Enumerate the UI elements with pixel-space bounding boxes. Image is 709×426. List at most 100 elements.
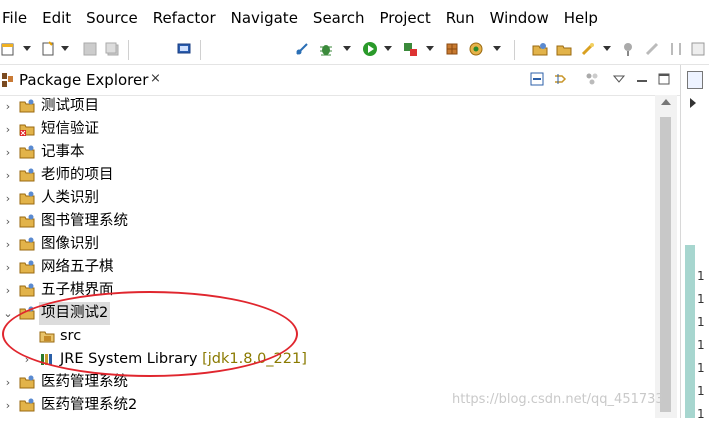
menu-search[interactable]: Search xyxy=(307,0,374,36)
new-java-package-icon[interactable] xyxy=(468,41,484,57)
package-explorer-view: Package Explorer ⨯ › 测试项目 › 短信验证 › 记事本 › xyxy=(0,65,681,418)
toolbar-separator xyxy=(514,40,515,60)
tree-item[interactable]: › 老师的项目 xyxy=(0,164,655,187)
chevron-right-icon[interactable]: › xyxy=(3,164,13,187)
package-explorer-icon xyxy=(2,73,13,87)
chevron-right-icon[interactable]: › xyxy=(22,348,32,371)
tree-item[interactable]: › 网络五子棋 xyxy=(0,256,655,279)
close-icon[interactable]: ⨯ xyxy=(150,71,161,86)
line-number: 1 xyxy=(697,315,705,329)
editor-area: 1 1 1 1 1 1 1 xyxy=(681,65,709,421)
watermark: https://blog.csdn.net/qq_451733 xyxy=(452,392,664,407)
new-package-dropdown-icon[interactable] xyxy=(493,46,501,51)
tree-child-item[interactable]: › JRE System Library [jdk1.8.0_221] xyxy=(0,348,655,371)
tree-item-label: 医药管理系统2 xyxy=(41,397,138,413)
coverage-icon[interactable] xyxy=(402,41,418,57)
run-dropdown-icon[interactable] xyxy=(384,46,392,51)
tree-item[interactable]: › 五子棋界面 xyxy=(0,279,655,302)
line-number: 1 xyxy=(697,407,705,421)
external-tools-icon[interactable] xyxy=(444,41,460,57)
menu-run[interactable]: Run xyxy=(440,0,484,36)
tree-item-label: 人类识别 xyxy=(41,190,99,206)
tree-item-label: 五子棋界面 xyxy=(41,282,114,298)
library-name: JRE System Library xyxy=(60,351,198,367)
save-all-icon[interactable] xyxy=(104,41,120,57)
menu-help[interactable]: Help xyxy=(558,0,607,36)
chevron-right-icon[interactable]: › xyxy=(3,256,13,279)
new-file-icon[interactable] xyxy=(40,41,56,57)
tree-child-item[interactable]: src xyxy=(0,325,655,348)
overview-ruler xyxy=(685,245,695,418)
tree-item[interactable]: › 短信验证 xyxy=(0,118,655,141)
skip-breakpoints-icon[interactable] xyxy=(294,41,310,57)
tree-item-label: src xyxy=(60,328,82,344)
run-icon[interactable] xyxy=(362,41,378,57)
chevron-right-icon[interactable]: › xyxy=(3,141,13,164)
view-title[interactable]: Package Explorer xyxy=(19,71,148,89)
tree-item[interactable]: › 测试项目 xyxy=(0,95,655,118)
project-folder-icon xyxy=(19,191,35,205)
tree-item-label: 医药管理系统 xyxy=(41,374,128,390)
menu-edit[interactable]: Edit xyxy=(36,0,80,36)
minimize-icon[interactable] xyxy=(635,72,649,86)
line-numbers: 1 1 1 1 1 1 1 xyxy=(697,265,705,426)
chevron-right-icon[interactable]: › xyxy=(3,394,13,417)
view-menu-icon[interactable] xyxy=(612,72,626,86)
project-folder-icon xyxy=(19,99,35,113)
coverage-dropdown-icon[interactable] xyxy=(426,46,434,51)
chevron-right-icon[interactable]: › xyxy=(3,118,13,141)
project-folder-icon xyxy=(19,237,35,251)
search-tool-icon[interactable] xyxy=(580,41,596,57)
link-with-editor-icon[interactable] xyxy=(553,72,567,86)
view-header: Package Explorer ⨯ xyxy=(0,65,680,96)
collapse-all-icon[interactable] xyxy=(530,72,544,86)
project-folder-open-icon xyxy=(19,306,35,320)
project-folder-icon xyxy=(19,145,35,159)
menu-project[interactable]: Project xyxy=(373,0,439,36)
chevron-right-icon[interactable]: › xyxy=(3,210,13,233)
menu-navigate[interactable]: Navigate xyxy=(225,0,307,36)
tree-item[interactable]: › 记事本 xyxy=(0,141,655,164)
chevron-right-icon[interactable] xyxy=(690,98,696,108)
open-task-icon[interactable] xyxy=(556,41,572,57)
chevron-right-icon[interactable]: › xyxy=(3,371,13,394)
chevron-right-icon[interactable]: › xyxy=(3,279,13,302)
chevron-right-icon[interactable]: › xyxy=(3,233,13,256)
debug-dropdown-icon[interactable] xyxy=(343,46,351,51)
new-dropdown-icon[interactable] xyxy=(23,46,31,51)
new-icon[interactable] xyxy=(0,41,16,57)
menu-source[interactable]: Source xyxy=(80,0,147,36)
toggle-mark-icon[interactable] xyxy=(668,41,684,57)
console-icon[interactable] xyxy=(176,41,192,57)
pin-editor-icon[interactable] xyxy=(620,41,636,57)
chevron-right-icon[interactable]: › xyxy=(3,95,13,118)
scroll-up-icon[interactable] xyxy=(661,99,671,105)
line-number: 1 xyxy=(697,338,705,352)
new-file-dropdown-icon[interactable] xyxy=(61,46,69,51)
tree-item[interactable]: › 图像识别 xyxy=(0,233,655,256)
tree-item[interactable]: › 图书管理系统 xyxy=(0,210,655,233)
tree-item-label: 项目测试2 xyxy=(39,302,111,325)
vertical-scrollbar[interactable] xyxy=(655,95,677,418)
annotation-nav-icon[interactable] xyxy=(644,41,660,57)
scrollbar-thumb[interactable] xyxy=(660,117,671,412)
tree-item-selected[interactable]: ⌄ 项目测试2 xyxy=(0,302,655,325)
java-file-tab-icon[interactable] xyxy=(687,71,703,89)
tree-item[interactable]: › 人类识别 xyxy=(0,187,655,210)
focus-on-task-icon[interactable] xyxy=(585,72,599,86)
menu-window[interactable]: Window xyxy=(484,0,558,36)
project-folder-icon xyxy=(19,168,35,182)
open-type-icon[interactable] xyxy=(532,41,548,57)
menu-refactor[interactable]: Refactor xyxy=(147,0,225,36)
chevron-down-icon[interactable]: ⌄ xyxy=(3,302,13,325)
search-dropdown-icon[interactable] xyxy=(603,46,611,51)
project-folder-icon xyxy=(19,260,35,274)
chevron-right-icon[interactable]: › xyxy=(3,187,13,210)
menu-file[interactable]: File xyxy=(0,0,36,36)
debug-icon[interactable] xyxy=(318,41,334,57)
perspective-icon[interactable] xyxy=(690,41,706,57)
main-toolbar xyxy=(0,36,709,65)
maximize-icon[interactable] xyxy=(657,72,671,86)
tree-item[interactable]: › 医药管理系统 xyxy=(0,371,655,394)
save-icon[interactable] xyxy=(82,41,98,57)
